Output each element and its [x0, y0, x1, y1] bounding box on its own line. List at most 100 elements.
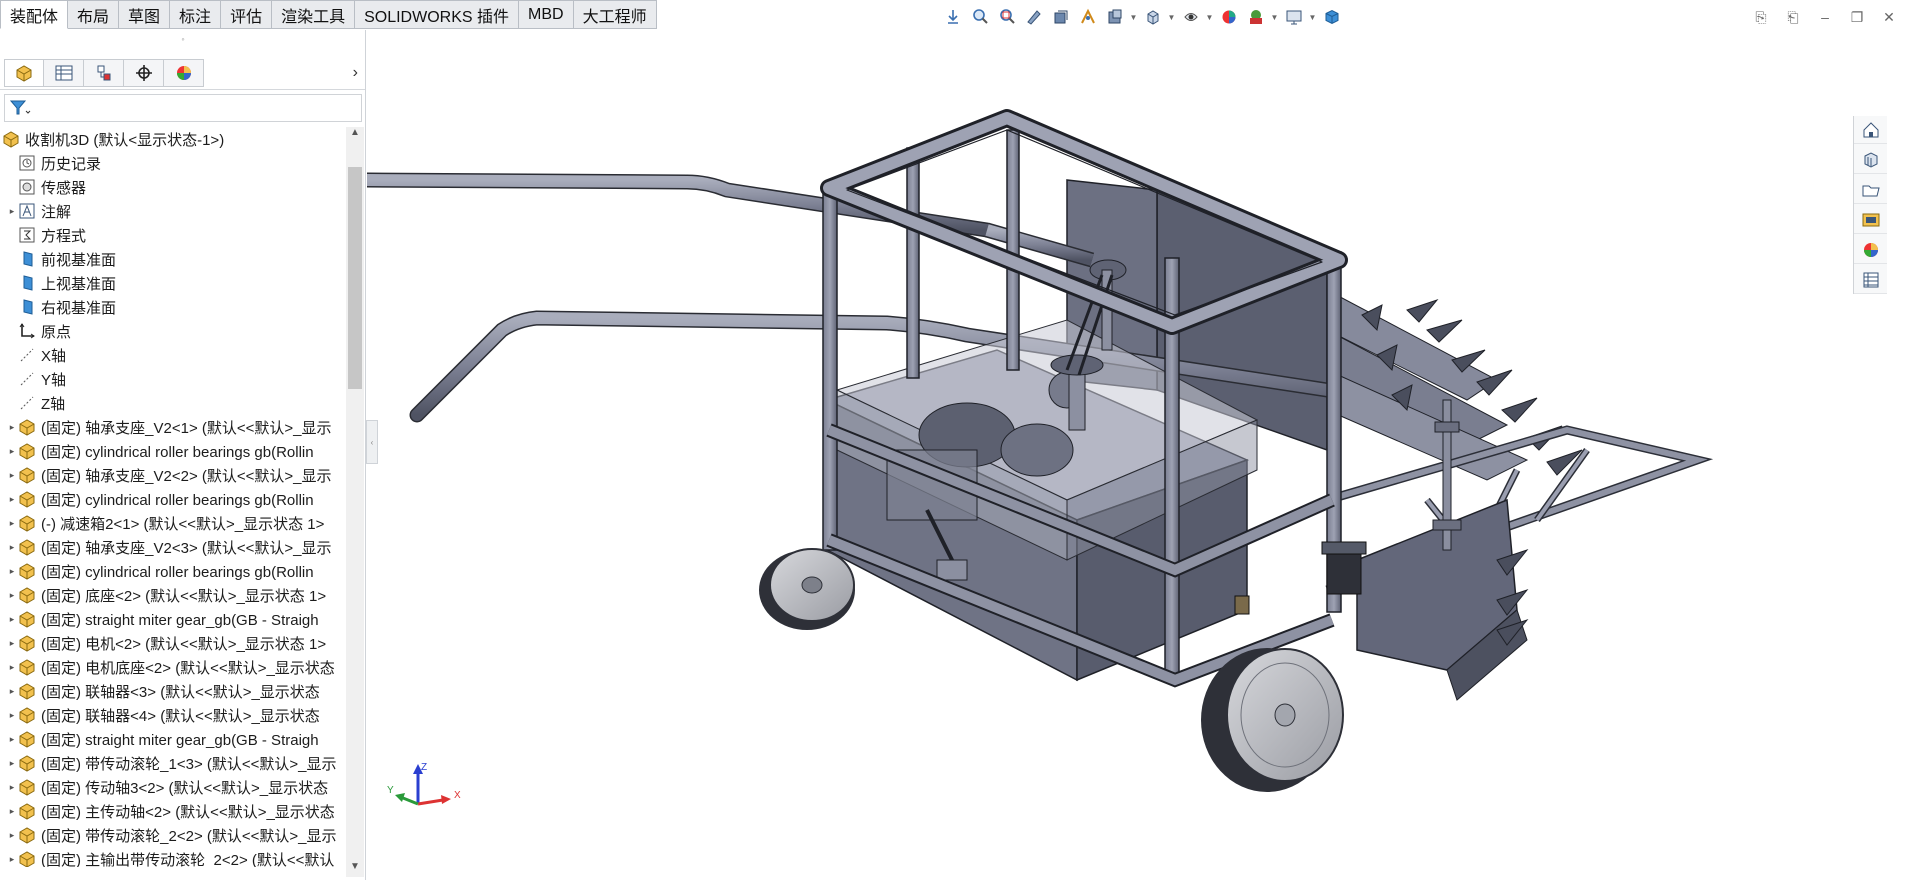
chevron-down-icon[interactable]: ▼ [1270, 5, 1279, 29]
expand-arrow-icon[interactable]: ▸ [6, 686, 18, 697]
expand-arrow-icon[interactable]: ▸ [6, 830, 18, 841]
design-library-icon[interactable] [1854, 146, 1887, 174]
expand-arrow-icon[interactable]: ▸ [6, 734, 18, 745]
expand-arrow-icon[interactable]: ▸ [6, 470, 18, 481]
tree-item[interactable]: Y轴 [0, 367, 346, 391]
expand-arrow-icon[interactable]: ▸ [6, 206, 18, 217]
file-explorer-icon[interactable] [1854, 176, 1887, 204]
command-tab[interactable]: 装配体 [0, 0, 69, 29]
solidworks-resources-icon[interactable] [1854, 116, 1887, 144]
view-orientation-dropdown-icon[interactable] [1140, 5, 1165, 29]
tree-vertical-scrollbar[interactable]: ▲ ▼ [346, 127, 364, 877]
scroll-thumb[interactable] [348, 167, 362, 389]
tree-item[interactable]: 方程式 [0, 223, 346, 247]
tree-item[interactable]: ▸ (固定) 轴承支座_V2<3> (默认<<默认>_显示 [0, 535, 346, 559]
expand-arrow-icon[interactable]: ▸ [6, 542, 18, 553]
tree-item[interactable]: ▸ (固定) 带传动滚轮_1<3> (默认<<默认>_显示 [0, 751, 346, 775]
chevron-right-icon[interactable]: › [353, 64, 358, 82]
expand-arrow-icon[interactable]: ▸ [6, 494, 18, 505]
expand-arrow-icon[interactable]: ▸ [6, 854, 18, 865]
tree-item[interactable]: ▸ (固定) 电机<2> (默认<<默认>_显示状态 1> [0, 631, 346, 655]
featuremanager-icon[interactable] [4, 58, 44, 87]
tree-item[interactable]: ▸ (固定) 带传动滚轮_2<2> (默认<<默认>_显示 [0, 823, 346, 847]
tile-right-icon[interactable]: ⎗ [1780, 6, 1806, 28]
view-orientation-icon[interactable] [940, 5, 965, 29]
tree-item[interactable]: ▸ (固定) 联轴器<3> (默认<<默认>_显示状态 [0, 679, 346, 703]
tree-item[interactable]: ▸ (固定) straight miter gear_gb(GB - Straig… [0, 607, 346, 631]
command-tab[interactable]: MBD [519, 0, 574, 29]
tree-item[interactable]: X轴 [0, 343, 346, 367]
edit-appearance-icon[interactable] [1243, 5, 1268, 29]
tree-item[interactable]: ▸ (固定) cylindrical roller bearings gb(Rol… [0, 559, 346, 583]
close-icon[interactable]: ✕ [1876, 6, 1902, 28]
view-palette-icon[interactable] [1854, 206, 1887, 234]
tree-item[interactable]: ▸ (固定) 主输出带传动滚轮_2<2> (默认<<默认 [0, 847, 346, 867]
harvester-3d-model[interactable] [367, 30, 1887, 880]
tree-item[interactable]: Z轴 [0, 391, 346, 415]
expand-arrow-icon[interactable]: ▸ [6, 614, 18, 625]
tree-item[interactable]: ▸ (固定) 底座<2> (默认<<默认>_显示状态 1> [0, 583, 346, 607]
tree-item[interactable]: 上视基准面 [0, 271, 346, 295]
cube-icon[interactable] [1319, 5, 1344, 29]
display-style-icon[interactable] [1178, 5, 1203, 29]
expand-arrow-icon[interactable]: ▸ [6, 782, 18, 793]
expand-arrow-icon[interactable]: ▸ [6, 710, 18, 721]
view-settings-monitor-icon[interactable] [1281, 5, 1306, 29]
custom-properties-icon[interactable] [1854, 266, 1887, 294]
tree-item[interactable]: ▸ (固定) cylindrical roller bearings gb(Rol… [0, 439, 346, 463]
tree-item[interactable]: ▸ (固定) 轴承支座_V2<2> (默认<<默认>_显示 [0, 463, 346, 487]
displaymanager-icon[interactable] [164, 58, 204, 87]
previous-view-icon[interactable] [1021, 5, 1046, 29]
restore-icon[interactable]: ❐ [1844, 6, 1870, 28]
zoom-to-fit-icon[interactable] [967, 5, 992, 29]
dimxpert-icon[interactable] [124, 58, 164, 87]
tree-item[interactable]: ▸ (固定) cylindrical roller bearings gb(Rol… [0, 487, 346, 511]
scroll-up-icon[interactable]: ▲ [346, 127, 364, 143]
tree-item[interactable]: 前视基准面 [0, 247, 346, 271]
panel-grip[interactable]: ◦ [178, 34, 188, 44]
scroll-down-icon[interactable]: ▼ [346, 861, 364, 877]
minimize-icon[interactable]: – [1812, 6, 1838, 28]
command-tab[interactable]: 标注 [170, 0, 222, 29]
tree-root-assembly[interactable]: 收割机3D (默认<显示状态-1>) [0, 127, 346, 151]
tree-item[interactable]: 原点 [0, 319, 346, 343]
propertymanager-icon[interactable] [44, 58, 84, 87]
command-tab[interactable]: 草图 [119, 0, 171, 29]
expand-arrow-icon[interactable]: ▸ [6, 590, 18, 601]
chevron-down-icon[interactable]: ▼ [1308, 5, 1317, 29]
expand-arrow-icon[interactable]: ▸ [6, 638, 18, 649]
chevron-down-icon[interactable]: ▼ [1167, 5, 1176, 29]
configurationmanager-icon[interactable] [84, 58, 124, 87]
tree-filter[interactable] [4, 94, 362, 122]
tree-item[interactable]: 历史记录 [0, 151, 346, 175]
tile-left-icon[interactable]: ⎘ [1748, 6, 1774, 28]
command-tab[interactable]: 评估 [221, 0, 273, 29]
command-tab[interactable]: 渲染工具 [272, 0, 356, 29]
expand-arrow-icon[interactable]: ▸ [6, 662, 18, 673]
tree-item[interactable]: ▸ (固定) 电机底座<2> (默认<<默认>_显示状态 [0, 655, 346, 679]
section-view-icon[interactable] [1048, 5, 1073, 29]
expand-arrow-icon[interactable]: ▸ [6, 422, 18, 433]
expand-arrow-icon[interactable]: ▸ [6, 566, 18, 577]
view-settings-icon[interactable] [1102, 5, 1127, 29]
tree-item[interactable]: ▸ (固定) 传动轴3<2> (默认<<默认>_显示状态 [0, 775, 346, 799]
tree-item[interactable]: ▸ (固定) 主传动轴<2> (默认<<默认>_显示状态 [0, 799, 346, 823]
tree-item[interactable]: ▸ (固定) 轴承支座_V2<1> (默认<<默认>_显示 [0, 415, 346, 439]
hide-show-items-icon[interactable] [1216, 5, 1241, 29]
zoom-to-area-icon[interactable] [994, 5, 1019, 29]
chevron-down-icon[interactable]: ▼ [1129, 5, 1138, 29]
command-tab[interactable]: 布局 [68, 0, 120, 29]
expand-arrow-icon[interactable]: ▸ [6, 518, 18, 529]
expand-arrow-icon[interactable]: ▸ [6, 446, 18, 457]
expand-arrow-icon[interactable]: ▸ [6, 758, 18, 769]
tree-item[interactable]: ▸ (-) 减速箱2<1> (默认<<默认>_显示状态 1> [0, 511, 346, 535]
command-tab[interactable]: 大工程师 [573, 0, 657, 29]
tree-item[interactable]: 传感器 [0, 175, 346, 199]
tree-item[interactable]: 右视基准面 [0, 295, 346, 319]
dynamic-annotation-icon[interactable] [1075, 5, 1100, 29]
expand-arrow-icon[interactable]: ▸ [6, 806, 18, 817]
command-tab[interactable]: SOLIDWORKS 插件 [355, 0, 520, 29]
graphics-area[interactable] [367, 30, 1887, 880]
tree-item[interactable]: ▸ 注解 [0, 199, 346, 223]
chevron-down-icon[interactable]: ▼ [1205, 5, 1214, 29]
